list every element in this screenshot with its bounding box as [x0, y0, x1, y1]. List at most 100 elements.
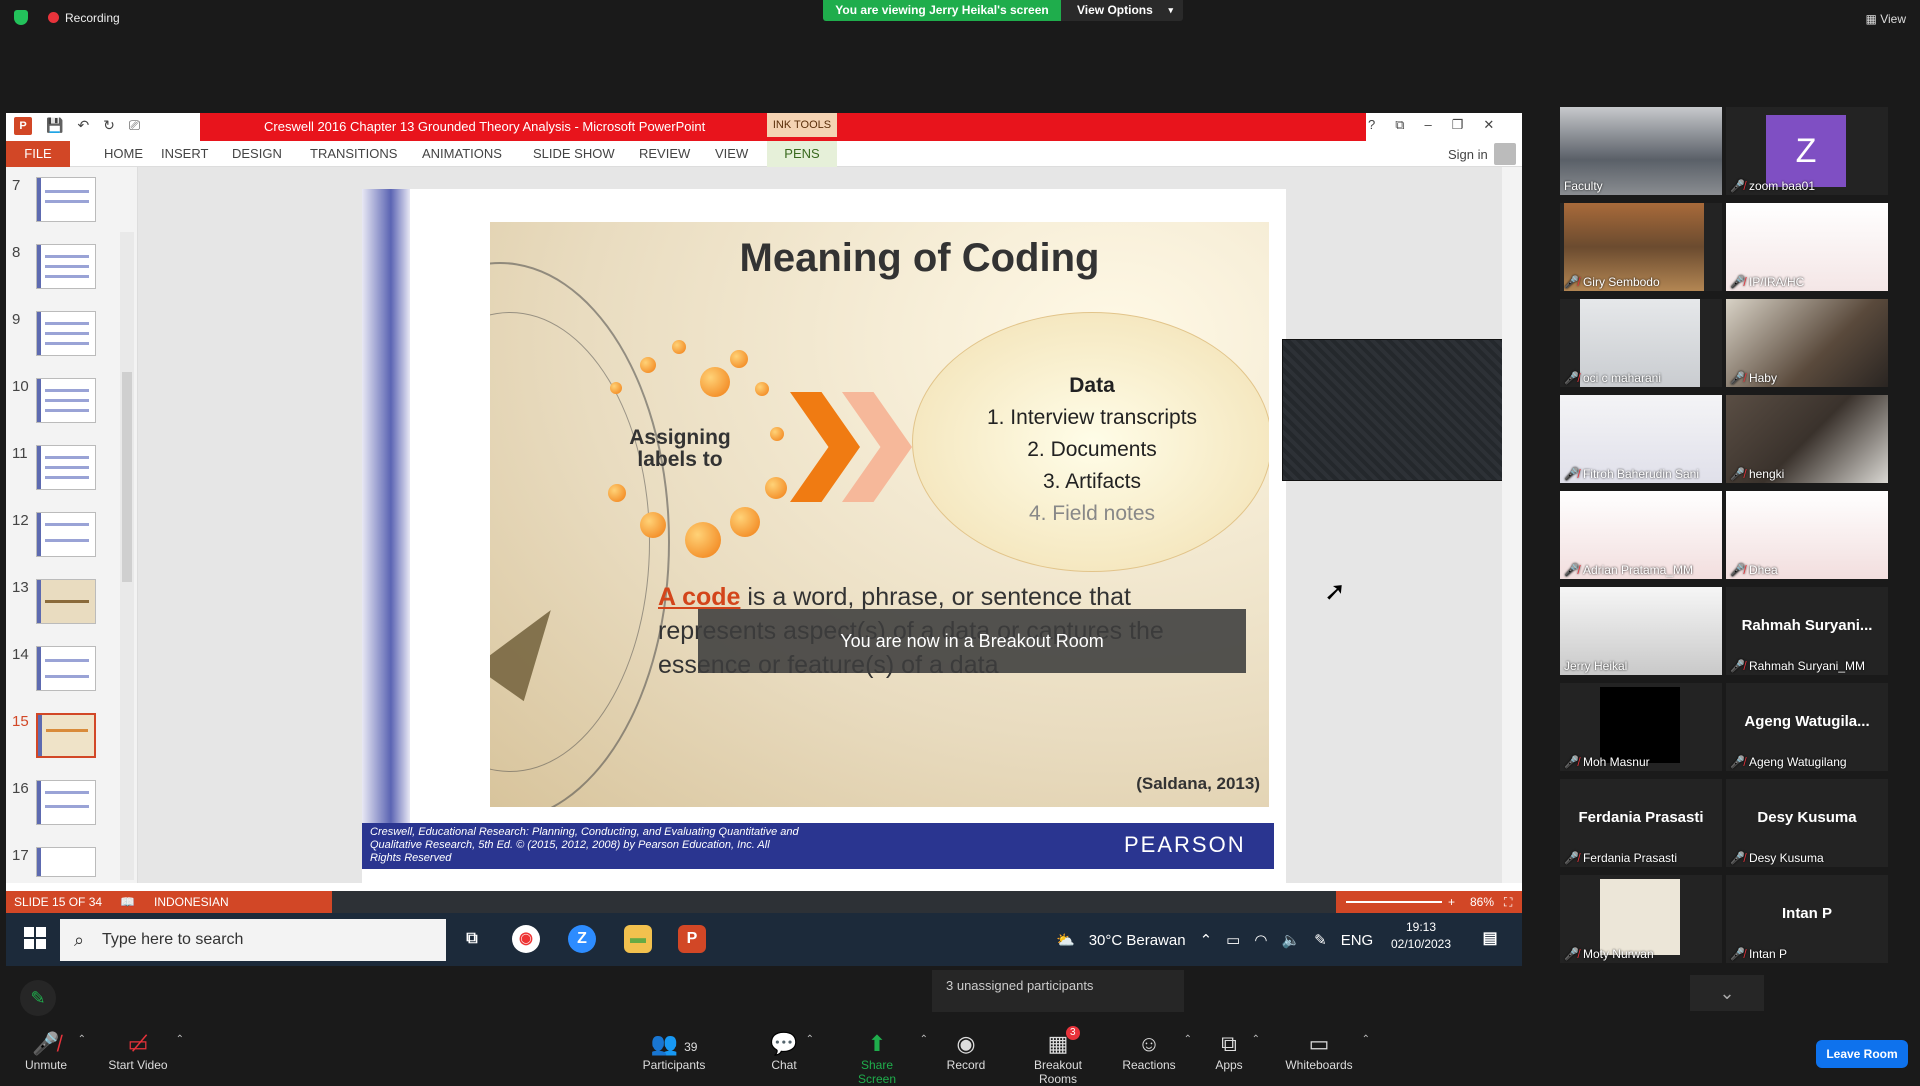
video-tile[interactable]: Faculty	[1560, 107, 1722, 195]
video-tile[interactable]: 🎤̸ Haby	[1726, 299, 1888, 387]
language-indicator[interactable]: INDONESIAN	[154, 891, 229, 913]
taskbar-search-input[interactable]: ⌕ Type here to search	[60, 919, 446, 961]
recording-indicator[interactable]: Recording	[14, 10, 120, 25]
slide-thumbnail[interactable]	[36, 177, 96, 222]
slide-thumbnail-active[interactable]	[36, 713, 96, 758]
task-view-icon[interactable]: ⧉	[458, 925, 486, 953]
video-tile[interactable]: 🎤̸ Moh Masnur	[1560, 683, 1722, 771]
help-icon[interactable]: ?	[1368, 117, 1375, 133]
chrome-icon[interactable]: ◉	[512, 925, 540, 953]
tab-pens[interactable]: PENS	[767, 141, 837, 167]
slide-thumbnail[interactable]	[36, 244, 96, 289]
view-options-button[interactable]: View Options ▾	[1061, 0, 1183, 21]
gallery-scroll-down-icon[interactable]: ⌄	[1690, 975, 1764, 1011]
chevron-up-icon[interactable]: ⌃	[78, 1034, 86, 1045]
video-tile[interactable]: Ferdania Prasasti 🎤̸ Ferdania Prasasti	[1560, 779, 1722, 867]
tab-animations[interactable]: ANIMATIONS	[422, 146, 502, 161]
video-tile[interactable]: 🎤̸ Moty Nurwan	[1560, 875, 1722, 963]
minimize-icon[interactable]: –	[1425, 117, 1432, 133]
fit-slide-icon[interactable]: ⛶	[1504, 891, 1512, 913]
wifi-icon[interactable]: ◠	[1254, 931, 1267, 949]
slide-thumbnail[interactable]	[36, 646, 96, 691]
weather-text[interactable]: 30°C Berawan	[1089, 932, 1186, 949]
file-explorer-icon[interactable]: ▬	[624, 925, 652, 953]
present-icon[interactable]: ⎚	[129, 117, 140, 135]
participants-button[interactable]: 👥 39 Participants	[642, 1030, 706, 1072]
video-tile[interactable]: 🎤̸ IP/IRA/HC	[1726, 203, 1888, 291]
tab-review[interactable]: REVIEW	[639, 146, 690, 161]
slide-thumbnail[interactable]	[36, 847, 96, 877]
zoom-slider[interactable]	[1346, 901, 1442, 903]
leave-room-button[interactable]: Leave Room	[1816, 1040, 1908, 1068]
close-icon[interactable]: ✕	[1483, 117, 1494, 133]
tab-design[interactable]: DESIGN	[232, 146, 282, 161]
chat-button[interactable]: 💬 Chat ⌃	[770, 1030, 814, 1072]
video-tile[interactable]: Jerry Heikal	[1560, 587, 1722, 675]
chevron-up-icon[interactable]: ⌃	[806, 1034, 814, 1045]
unassigned-participants-label[interactable]: 3 unassigned participants	[932, 970, 1184, 1012]
video-tile[interactable]: 🎤̸ Dhea	[1726, 491, 1888, 579]
slide-thumbnail[interactable]	[36, 579, 96, 624]
powerpoint-taskbar-icon[interactable]: P	[678, 925, 706, 953]
tab-home[interactable]: HOME	[104, 146, 143, 161]
whiteboards-button[interactable]: ▭ Whiteboards ⌃	[1284, 1030, 1370, 1072]
tab-insert[interactable]: INSERT	[161, 146, 208, 161]
spellcheck-icon[interactable]: 📖	[120, 891, 135, 913]
video-tile[interactable]: 🎤̸ hengki	[1726, 395, 1888, 483]
chevron-up-icon[interactable]: ⌃	[1362, 1034, 1370, 1045]
notification-icon[interactable]: ▤	[1476, 925, 1504, 953]
user-avatar-icon[interactable]	[1494, 143, 1516, 165]
redo-icon[interactable]: ↻	[103, 117, 115, 135]
video-tile[interactable]: 🎤̸ oci c maharani	[1560, 299, 1722, 387]
language-indicator[interactable]: ENG	[1341, 932, 1374, 949]
tray-chevron-icon[interactable]: ⌃	[1200, 931, 1213, 949]
sign-in-link[interactable]: Sign in	[1448, 147, 1488, 162]
zoom-in-icon[interactable]: +	[1448, 891, 1455, 913]
volume-icon[interactable]: 🔈	[1281, 931, 1300, 949]
reactions-button[interactable]: ☺ Reactions ⌃	[1122, 1030, 1192, 1072]
windows-start-icon[interactable]	[24, 927, 46, 949]
ribbon-display-icon[interactable]: ⧉	[1395, 117, 1404, 133]
share-screen-button[interactable]: ⬆ Share Screen ⌃	[842, 1030, 928, 1086]
video-tile[interactable]: 🎤̸ Adrian Pratama_MM	[1560, 491, 1722, 579]
breakout-rooms-button[interactable]: ▦ 3 Breakout Rooms	[1014, 1026, 1102, 1086]
battery-icon[interactable]: ▭	[1226, 931, 1240, 949]
tab-transitions[interactable]: TRANSITIONS	[310, 146, 397, 161]
chevron-up-icon[interactable]: ⌃	[176, 1034, 184, 1045]
zoom-app-icon[interactable]: Z	[568, 925, 596, 953]
chevron-up-icon[interactable]: ⌃	[1252, 1034, 1260, 1045]
undo-icon[interactable]: ↶	[77, 117, 89, 135]
zoom-level[interactable]: 86%	[1470, 891, 1494, 913]
tab-view[interactable]: VIEW	[715, 146, 748, 161]
slide-thumbnail[interactable]	[36, 311, 96, 356]
taskbar-clock[interactable]: 19:13 02/10/2023	[1386, 919, 1456, 953]
video-tile[interactable]: 🎤̸ Giry Sembodo	[1560, 203, 1722, 291]
slide-thumbnail[interactable]	[36, 780, 96, 825]
chevron-up-icon[interactable]: ⌃	[1184, 1034, 1192, 1045]
pen-icon[interactable]: ✎	[1314, 931, 1327, 949]
annotate-pencil-icon[interactable]: ✎	[20, 980, 56, 1016]
video-tile[interactable]: Desy Kusuma 🎤̸ Desy Kusuma	[1726, 779, 1888, 867]
slide-thumbnail[interactable]	[36, 378, 96, 423]
weather-icon[interactable]: ⛅	[1056, 931, 1075, 949]
unmute-button[interactable]: 🎤̸ Unmute ⌃	[22, 1030, 86, 1072]
video-tile[interactable]: Ageng Watugila... 🎤̸ Ageng Watugilang	[1726, 683, 1888, 771]
start-video-button[interactable]: ▭̸ Start Video ⌃	[108, 1030, 184, 1072]
save-icon[interactable]: 💾	[46, 117, 63, 135]
tab-file[interactable]: FILE	[6, 141, 70, 167]
video-tile[interactable]: Intan P 🎤̸ Intan P	[1726, 875, 1888, 963]
tab-slide-show[interactable]: SLIDE SHOW	[533, 146, 615, 161]
slide-thumbnail[interactable]	[36, 512, 96, 557]
slide-scrollbar[interactable]	[1502, 167, 1522, 883]
chevron-up-icon[interactable]: ⌃	[920, 1034, 928, 1045]
view-button[interactable]: ▦ View	[1866, 12, 1906, 26]
record-button[interactable]: ◉ Record	[946, 1030, 986, 1072]
video-tile[interactable]: Z 🎤̸ zoom baa01	[1726, 107, 1888, 195]
restore-icon[interactable]: ❐	[1452, 117, 1464, 133]
video-tile[interactable]: Rahmah Suryani... 🎤̸ Rahmah Suryani_MM	[1726, 587, 1888, 675]
slide-thumbnail[interactable]	[36, 445, 96, 490]
shield-icon[interactable]	[14, 10, 28, 25]
video-tile[interactable]: 🎤̸ Fitroh Baherudin Sani	[1560, 395, 1722, 483]
apps-button[interactable]: ⧉ Apps ⌃	[1214, 1030, 1260, 1072]
thumbnail-scroll-thumb[interactable]	[122, 372, 132, 582]
